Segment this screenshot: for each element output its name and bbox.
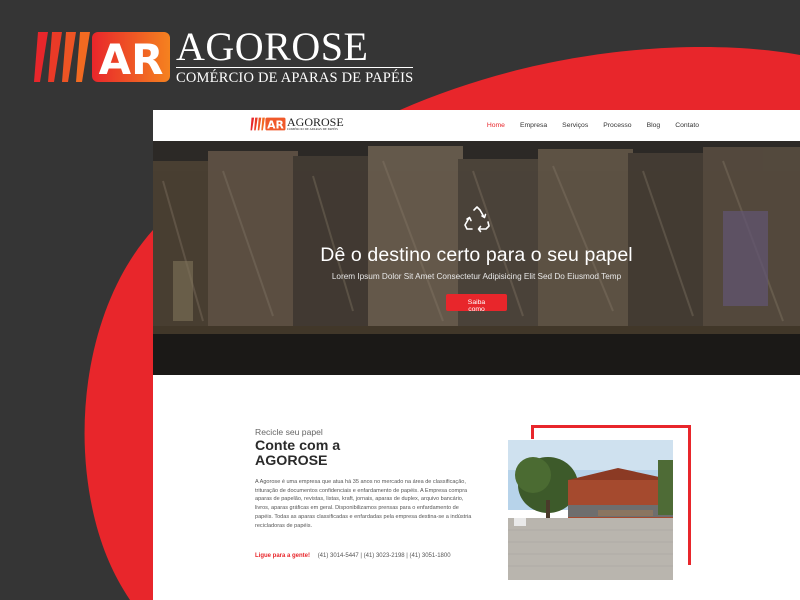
brand-logo: AR AGOROSE COMÉRCIO DE APARAS DE PAPÉIS bbox=[32, 23, 414, 86]
hero-subtitle: Lorem Ipsum Dolor Sit Amet Consectetur A… bbox=[331, 272, 622, 281]
header-logo-tagline: COMÉRCIO DE APARAS DE PAPÉIS bbox=[287, 127, 338, 132]
header-logo-mark: AR bbox=[250, 117, 286, 131]
nav-item-processo[interactable]: Processo bbox=[603, 122, 631, 129]
main-menu: Home Empresa Serviços Processo Blog Cont… bbox=[472, 110, 699, 141]
saiba-como-button[interactable]: Saiba como bbox=[446, 294, 507, 313]
nav-item-empresa[interactable]: Empresa bbox=[520, 122, 547, 129]
logo-mark-letters: AR bbox=[99, 35, 164, 84]
nav-item-contato[interactable]: Contato bbox=[675, 122, 699, 129]
brand-name: AGOROSE bbox=[176, 23, 369, 69]
website-mockup: AR AGOROSE COMÉRCIO DE APARAS DE PAPÉIS … bbox=[153, 110, 800, 600]
hero-title: Dê o destino certo para o seu papel bbox=[320, 244, 633, 266]
nav-item-servicos[interactable]: Serviços bbox=[562, 122, 588, 129]
site-header: AR AGOROSE COMÉRCIO DE APARAS DE PAPÉIS … bbox=[153, 110, 800, 141]
hero-content: Dê o destino certo para o seu papel Lore… bbox=[153, 205, 800, 316]
brand-tagline: COMÉRCIO DE APARAS DE PAPÉIS bbox=[176, 66, 414, 86]
nav-item-home[interactable]: Home bbox=[487, 122, 505, 129]
hero-banner: Dê o destino certo para o seu papel Lore… bbox=[153, 141, 800, 375]
recycle-icon bbox=[463, 206, 490, 233]
header-logo[interactable]: AR AGOROSE COMÉRCIO DE APARAS DE PAPÉIS bbox=[250, 116, 344, 132]
nav-item-blog[interactable]: Blog bbox=[647, 122, 661, 129]
header-logo-letters: AR bbox=[267, 118, 284, 131]
contact-cta[interactable]: Ligue para a gente! bbox=[255, 553, 310, 559]
agorose-logo-mark: AR bbox=[34, 32, 170, 84]
